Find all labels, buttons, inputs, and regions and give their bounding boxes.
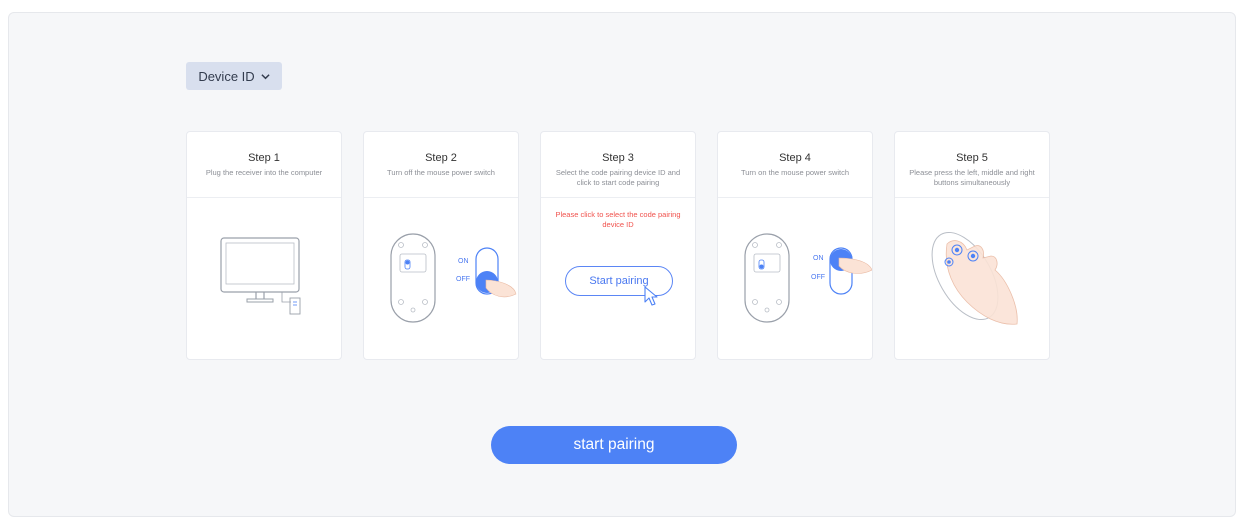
step-card-header: Step 2 Turn off the mouse power switch	[364, 132, 518, 198]
device-id-label: Device ID	[198, 68, 255, 84]
switch-on-label: ON	[813, 255, 824, 262]
start-pairing-label: start pairing	[573, 436, 655, 453]
select-device-warning: Please click to select the code pairing …	[555, 210, 681, 229]
step-title: Step 4	[779, 152, 811, 164]
step-illustration: Please click to select the code pairing …	[541, 198, 695, 359]
start-pairing-button[interactable]: start pairing	[491, 426, 737, 464]
chevron-down-icon	[261, 73, 270, 79]
step-illustration: ON OFF	[364, 198, 518, 359]
step-description: Please press the left, middle and right …	[909, 168, 1035, 187]
step-card-header: Step 3 Select the code pairing device ID…	[541, 132, 695, 198]
hand-on-mouse-icon	[931, 231, 1018, 325]
mouse-switch-off-icon	[390, 233, 517, 323]
step-illustration	[895, 198, 1049, 359]
step-card-4: Step 4 Turn on the mouse power switch ON…	[717, 131, 873, 360]
switch-off-label: OFF	[456, 276, 470, 283]
step-description: Plug the receiver into the computer	[205, 168, 323, 177]
step-title: Step 3	[602, 152, 634, 164]
step-illustration	[187, 198, 341, 359]
step-illustration: ON OFF	[718, 198, 872, 359]
step-card-header: Step 5 Please press the left, middle and…	[895, 132, 1049, 198]
step-description: Select the code pairing device ID and cl…	[555, 168, 681, 187]
device-id-dropdown[interactable]: Device ID	[186, 62, 282, 90]
step-card-3: Step 3 Select the code pairing device ID…	[540, 131, 696, 360]
switch-on-label: ON	[458, 258, 469, 265]
step-card-5: Step 5 Please press the left, middle and…	[894, 131, 1050, 360]
mouse-switch-on-icon	[744, 233, 872, 323]
step-description: Turn off the mouse power switch	[387, 168, 495, 177]
step-title: Step 2	[425, 152, 457, 164]
step-description: Turn on the mouse power switch	[740, 168, 850, 177]
step-card-header: Step 1 Plug the receiver into the comput…	[187, 132, 341, 198]
step-card-1: Step 1 Plug the receiver into the comput…	[186, 131, 342, 360]
cursor-arrow-icon	[644, 286, 658, 306]
start-pairing-demo-label: Start pairing	[589, 275, 649, 287]
step-title: Step 1	[248, 152, 280, 164]
computer-receiver-icon	[220, 237, 301, 315]
switch-off-label: OFF	[811, 274, 825, 281]
step-title: Step 5	[956, 152, 988, 164]
step-card-header: Step 4 Turn on the mouse power switch	[718, 132, 872, 198]
step-card-2: Step 2 Turn off the mouse power switch O…	[363, 131, 519, 360]
